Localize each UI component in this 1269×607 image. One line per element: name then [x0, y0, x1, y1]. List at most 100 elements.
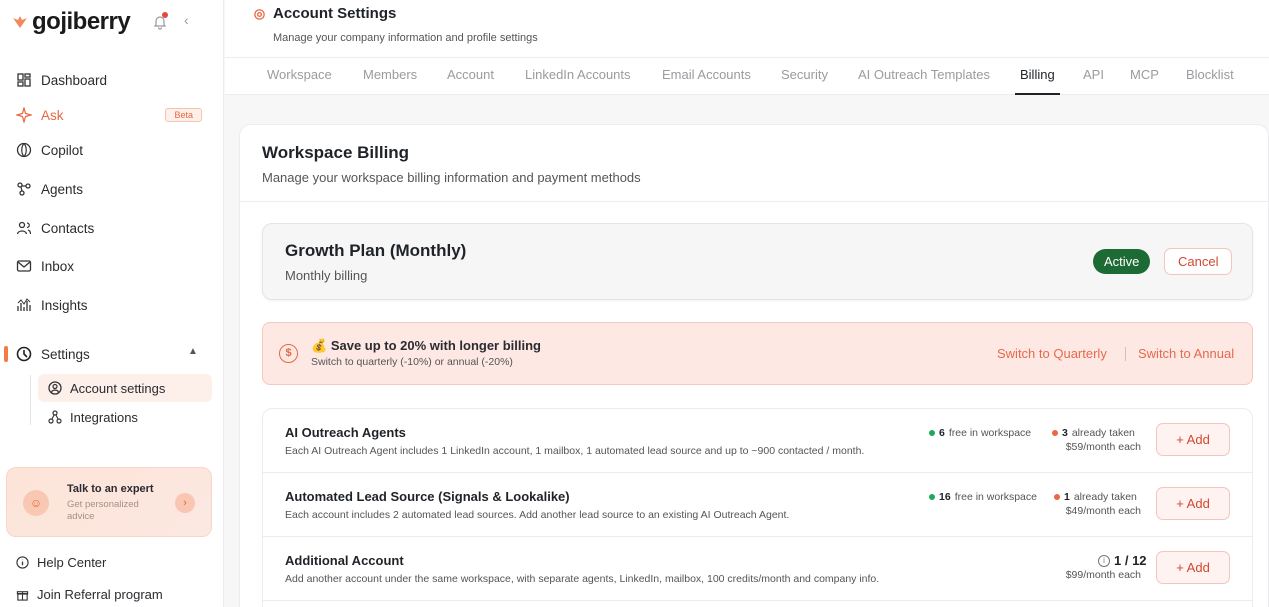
- footer-label: Join Referral program: [37, 587, 163, 602]
- tab-mcp[interactable]: MCP: [1130, 67, 1159, 95]
- orange-dot-icon: [1054, 494, 1060, 500]
- free-label: free in workspace: [954, 491, 1037, 503]
- sidebar: gojiberry ‹ Dashboard Ask Beta Copilot A…: [0, 0, 224, 607]
- taken-count: 1: [1064, 491, 1070, 503]
- info-icon: [16, 556, 29, 569]
- tab-account[interactable]: Account: [447, 67, 494, 95]
- chevron-right-icon[interactable]: ›: [175, 493, 195, 513]
- nav-contacts[interactable]: Contacts: [16, 218, 94, 238]
- dollar-circle-icon: $: [279, 344, 298, 363]
- nav-agents[interactable]: Agents: [16, 179, 83, 199]
- addon-price: $59/month each: [1065, 441, 1141, 453]
- nav-label: Copilot: [41, 142, 84, 158]
- card-header: Workspace Billing Manage your workspace …: [240, 125, 1268, 202]
- expert-subtitle: Get personalized advice: [67, 499, 139, 522]
- tab-billing[interactable]: Billing: [1015, 67, 1060, 95]
- page-subtitle: Manage your company information and prof…: [273, 32, 538, 44]
- subnav-integrations[interactable]: Integrations: [38, 403, 212, 431]
- cancel-plan-button[interactable]: Cancel: [1164, 248, 1233, 275]
- sparkle-icon: [16, 107, 32, 123]
- collapse-sidebar-icon[interactable]: ‹: [184, 12, 189, 28]
- promo-title: 💰 Save up to 20% with longer billing: [311, 338, 541, 354]
- free-stat: 16 free in workspace: [929, 491, 1037, 503]
- nav-label: Dashboard: [41, 72, 108, 88]
- insights-icon: [17, 298, 31, 311]
- add-button[interactable]: + Add: [1156, 551, 1230, 584]
- talk-to-expert-card[interactable]: ☺ Talk to an expert Get personalized adv…: [6, 467, 212, 537]
- beta-badge: Beta: [165, 108, 202, 122]
- status-badge: Active: [1093, 249, 1151, 274]
- copilot-icon: [16, 142, 32, 158]
- green-dot-icon: [929, 494, 935, 500]
- taken-label: already taken: [1071, 427, 1135, 439]
- addon-title: Additional Account: [285, 553, 404, 568]
- promo-subtitle: Switch to quarterly (-10%) or annual (-2…: [311, 356, 513, 368]
- nav-label: Settings: [41, 346, 90, 362]
- nav-inbox[interactable]: Inbox: [16, 256, 74, 276]
- taken-label: already taken: [1073, 491, 1137, 503]
- addons-list: AI Outreach Agents Each AI Outreach Agen…: [262, 408, 1253, 607]
- workspace-billing-card: Workspace Billing Manage your workspace …: [239, 124, 1269, 607]
- nav-label: Inbox: [41, 258, 75, 274]
- addon-price: $99/month each: [1065, 569, 1141, 581]
- current-plan-panel: Growth Plan (Monthly) Monthly billing Ac…: [262, 223, 1253, 300]
- nav-ask[interactable]: Ask Beta: [16, 105, 202, 125]
- chevron-up-icon[interactable]: ▲: [188, 346, 198, 357]
- green-dot-icon: [929, 430, 935, 436]
- gift-icon: [16, 591, 29, 601]
- gojiberry-logo-icon: [13, 16, 27, 28]
- expert-title: Talk to an expert: [67, 483, 154, 495]
- page-title: Account Settings: [273, 5, 397, 22]
- notification-dot: [162, 12, 168, 18]
- addon-price: $49/month each: [1065, 505, 1141, 517]
- subnav-label: Integrations: [70, 409, 138, 425]
- referral-link[interactable]: Join Referral program: [16, 587, 163, 602]
- add-button[interactable]: + Add: [1156, 487, 1230, 520]
- free-label: free in workspace: [948, 427, 1032, 439]
- nav-settings[interactable]: Settings: [16, 344, 90, 364]
- promo-title-text: Save up to 20% with longer billing: [330, 338, 542, 353]
- settings-tabs: Workspace Members Account LinkedIn Accou…: [225, 58, 1269, 95]
- plan-cycle: Monthly billing: [285, 268, 368, 283]
- user-circle-icon: [48, 381, 62, 395]
- tab-members[interactable]: Members: [363, 67, 417, 95]
- list-item: Additional Account Add another account u…: [263, 537, 1252, 601]
- nav-dashboard[interactable]: Dashboard: [16, 70, 107, 90]
- free-stat: 6 free in workspace: [929, 427, 1031, 439]
- tab-blocklist[interactable]: Blocklist: [1186, 67, 1234, 95]
- add-button[interactable]: + Add: [1156, 423, 1230, 456]
- tab-workspace[interactable]: Workspace: [267, 67, 332, 95]
- integrations-icon: [48, 410, 62, 424]
- tab-linkedin-accounts[interactable]: LinkedIn Accounts: [525, 67, 631, 95]
- taken-stat: 1 already taken: [1054, 491, 1137, 503]
- addon-description: Each account includes 2 automated lead s…: [285, 509, 790, 521]
- nav-label: Contacts: [41, 220, 95, 236]
- switch-quarterly-link[interactable]: Switch to Quarterly: [997, 346, 1107, 361]
- nav-insights[interactable]: Insights: [16, 295, 88, 315]
- settings-active-marker: [4, 346, 8, 362]
- settings-icon: [16, 346, 32, 362]
- page-header: Account Settings Manage your company inf…: [225, 0, 1269, 58]
- taken-count: 3: [1062, 427, 1068, 439]
- save-promo-banner: $ 💰 Save up to 20% with longer billing S…: [262, 322, 1253, 385]
- tab-ai-outreach-templates[interactable]: AI Outreach Templates: [858, 67, 990, 95]
- info-icon[interactable]: i: [1098, 554, 1110, 567]
- billing-title: Workspace Billing: [262, 143, 410, 162]
- inbox-icon: [16, 260, 32, 272]
- tab-security[interactable]: Security: [781, 67, 828, 95]
- switch-annual-link[interactable]: Switch to Annual: [1138, 346, 1234, 361]
- tab-email-accounts[interactable]: Email Accounts: [662, 67, 751, 95]
- subnav-account-settings[interactable]: Account settings: [38, 374, 212, 402]
- help-center-link[interactable]: Help Center: [16, 555, 106, 570]
- free-count: 16: [939, 491, 951, 503]
- usage-stat: i 1 / 12: [1098, 553, 1147, 568]
- nav-copilot[interactable]: Copilot: [16, 140, 83, 160]
- chat-icon: ☺: [23, 490, 49, 516]
- contacts-icon: [16, 221, 32, 235]
- addon-title: Automated Lead Source (Signals & Lookali…: [285, 489, 570, 504]
- list-item: Automated Lead Source (Signals & Lookali…: [263, 473, 1252, 537]
- addon-title: AI Outreach Agents: [285, 425, 406, 440]
- logo[interactable]: gojiberry: [12, 8, 131, 36]
- list-item: AI Outreach Agents Each AI Outreach Agen…: [263, 409, 1252, 473]
- tab-api[interactable]: API: [1083, 67, 1104, 95]
